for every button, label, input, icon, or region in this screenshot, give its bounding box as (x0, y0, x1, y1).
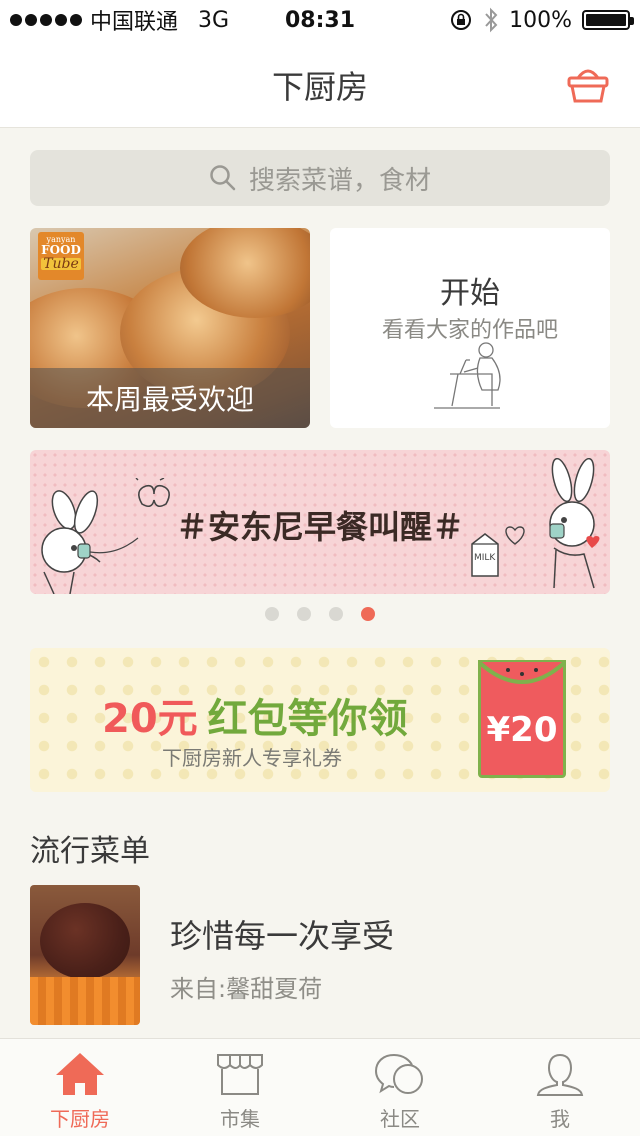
home-icon (56, 1053, 104, 1095)
red-packet-value: ¥20 (486, 710, 558, 750)
battery-icon (582, 10, 634, 30)
rotation-lock-icon (451, 10, 472, 30)
shop-icon (217, 1054, 263, 1095)
status-bar: 中国联通 3G 08:31 100% (0, 0, 640, 40)
tab-home[interactable]: 下厨房 (0, 1039, 160, 1136)
coupon-banner[interactable]: 20元 红包等你领 下厨房新人专享礼券 ¥20 (30, 648, 610, 792)
coupon-amount: 20元 (102, 696, 198, 742)
tab-label: 我 (550, 1107, 570, 1131)
carrier-label: 中国联通 (90, 10, 179, 35)
start-card[interactable]: 开始 看看大家的作品吧 (330, 228, 610, 428)
recipe-title: 珍惜每一次享受 (170, 917, 395, 955)
status-right: 100% (449, 7, 634, 33)
red-packet-icon: ¥20 (478, 660, 566, 778)
pagination-dot[interactable] (265, 607, 279, 621)
tab-market[interactable]: 市集 (160, 1039, 320, 1136)
network-label: 3G (198, 7, 230, 33)
food-tube-logo: yanyan FOOD Tube (38, 232, 84, 280)
search-placeholder: 搜索菜谱，食材 (248, 165, 431, 196)
chat-icon (374, 1054, 423, 1094)
coupon-headline: 20元 红包等你领 (102, 686, 408, 744)
section-title: 流行菜单 (30, 834, 150, 869)
status-left: 中国联通 3G (10, 4, 229, 36)
tab-label: 社区 (380, 1107, 420, 1131)
tab-label: 下厨房 (50, 1107, 110, 1131)
pagination-dot[interactable] (297, 607, 311, 621)
weekly-popular-caption: 本周最受欢迎 (30, 368, 310, 428)
navigation-bar: 下厨房 (0, 40, 640, 128)
user-icon (536, 1053, 584, 1096)
rabbit-right-illustration (549, 458, 600, 589)
basket-button[interactable] (564, 62, 612, 106)
watermelon-flap-icon (478, 660, 566, 684)
battery-percent: 100% (509, 7, 572, 33)
banner-pagination (0, 607, 640, 621)
bluetooth-icon (485, 7, 498, 33)
basket-icon (567, 69, 609, 103)
pagination-dot[interactable] (329, 607, 343, 621)
promo-banner[interactable]: ＃安东尼早餐叫醒＃ MILK (30, 450, 610, 594)
tab-bar: 下厨房 市集 社区 我 (0, 1038, 640, 1136)
list-item[interactable]: 珍惜每一次享受 来自:馨甜夏荷 (30, 885, 610, 1025)
search-icon (210, 165, 236, 191)
recipe-author: 来自:馨甜夏荷 (170, 975, 323, 1003)
page-title: 下厨房 (271, 68, 368, 106)
coupon-title: 红包等你领 (207, 696, 408, 742)
cooking-person-illustration (434, 342, 501, 409)
recipe-thumbnail (30, 885, 140, 1025)
weekly-popular-card[interactable]: yanyan FOOD Tube 本周最受欢迎 (30, 228, 310, 428)
coupon-subtitle: 下厨房新人专享礼券 (162, 746, 342, 770)
tab-me[interactable]: 我 (480, 1039, 640, 1136)
svg-text:MILK: MILK (474, 553, 496, 563)
milk-carton-illustration: MILK (471, 533, 499, 577)
start-title: 开始 (440, 276, 500, 311)
pagination-dot-active[interactable] (361, 607, 375, 621)
signal-strength-icon (10, 14, 82, 26)
tab-community[interactable]: 社区 (320, 1039, 480, 1136)
search-input[interactable]: 搜索菜谱，食材 (30, 150, 610, 206)
tab-label: 市集 (220, 1107, 260, 1131)
